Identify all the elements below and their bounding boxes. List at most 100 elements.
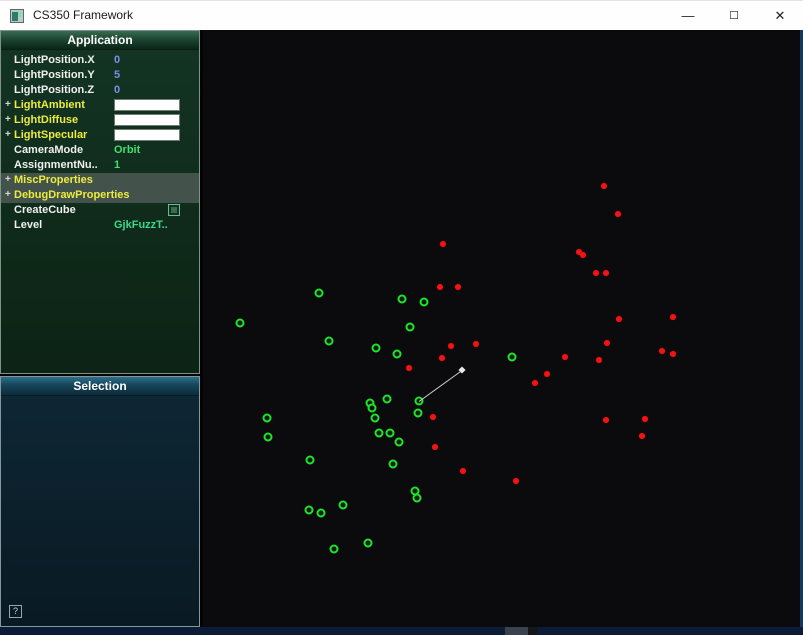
scene-point-red[interactable]: [562, 354, 568, 360]
scene-viewport[interactable]: [203, 30, 803, 627]
scene-point-green[interactable]: [329, 544, 339, 554]
scene-point-green[interactable]: [370, 413, 380, 423]
property-value[interactable]: 0: [114, 54, 120, 66]
scene-point-red[interactable]: [430, 414, 436, 420]
scene-point-red[interactable]: [580, 252, 586, 258]
scene-point-green[interactable]: [371, 343, 381, 353]
scene-point-red[interactable]: [603, 270, 609, 276]
minimize-button[interactable]: —: [665, 1, 711, 31]
property-row-lightposition-z[interactable]: LightPosition.Z 0: [1, 83, 199, 98]
scene-point-red[interactable]: [601, 183, 607, 189]
scene-point-red[interactable]: [439, 355, 445, 361]
property-label: LightPosition.Y: [14, 69, 95, 81]
property-input[interactable]: [114, 99, 180, 111]
scene-point-green[interactable]: [507, 352, 517, 362]
scene-point-red[interactable]: [406, 365, 412, 371]
property-value[interactable]: GjkFuzzT..: [114, 219, 168, 231]
scene-point-green[interactable]: [419, 297, 429, 307]
scene-point-green[interactable]: [304, 505, 314, 515]
scene-point-green[interactable]: [324, 336, 334, 346]
expand-icon[interactable]: +: [5, 189, 11, 200]
help-icon[interactable]: ?: [9, 605, 22, 618]
scene-point-green[interactable]: [382, 394, 392, 404]
property-row-level[interactable]: Level GjkFuzzT..: [1, 218, 199, 233]
scene-point-red[interactable]: [544, 371, 550, 377]
property-row-lightspecular[interactable]: + LightSpecular: [1, 128, 199, 143]
scene-point-green[interactable]: [413, 408, 423, 418]
property-row-miscproperties[interactable]: + MiscProperties: [1, 173, 199, 188]
scene-point-red[interactable]: [440, 241, 446, 247]
scene-point-red[interactable]: [639, 433, 645, 439]
scene-point-green[interactable]: [314, 288, 324, 298]
expand-icon[interactable]: +: [5, 174, 11, 185]
scene-point-green[interactable]: [316, 508, 326, 518]
property-row-assignmentnu[interactable]: AssignmentNu.. 1: [1, 158, 199, 173]
property-row-lightdiffuse[interactable]: + LightDiffuse: [1, 113, 199, 128]
property-row-debugdrawproperties[interactable]: + DebugDrawProperties: [1, 188, 199, 203]
scene-point-green[interactable]: [397, 294, 407, 304]
scene-point-red[interactable]: [616, 316, 622, 322]
scene-ray-line: [418, 370, 463, 402]
property-value[interactable]: Orbit: [114, 144, 140, 156]
scene-point-red[interactable]: [473, 341, 479, 347]
property-label: LightAmbient: [14, 99, 85, 111]
scene-point-red[interactable]: [596, 357, 602, 363]
taskbar-item-shadow: [528, 627, 537, 635]
scene-point-red[interactable]: [460, 468, 466, 474]
application-panel-header: Application: [1, 31, 199, 50]
property-checkbox[interactable]: [168, 204, 180, 216]
property-label: Level: [14, 219, 43, 231]
property-value[interactable]: 0: [114, 84, 120, 96]
property-row-lightposition-x[interactable]: LightPosition.X 0: [1, 53, 199, 68]
scene-point-red[interactable]: [513, 478, 519, 484]
property-input[interactable]: [114, 129, 180, 141]
selection-panel: Selection ?: [0, 376, 200, 627]
scene-point-green[interactable]: [412, 493, 422, 503]
property-value[interactable]: 5: [114, 69, 120, 81]
property-row-cameramode[interactable]: CameraMode Orbit: [1, 143, 199, 158]
maximize-button[interactable]: ☐: [711, 1, 757, 31]
expand-icon[interactable]: +: [5, 129, 11, 140]
property-label: LightSpecular: [14, 129, 88, 141]
property-label: AssignmentNu..: [14, 159, 98, 171]
scene-point-red[interactable]: [670, 314, 676, 320]
scene-point-green[interactable]: [363, 538, 373, 548]
scene-point-green[interactable]: [405, 322, 415, 332]
scene-point-red[interactable]: [448, 343, 454, 349]
scene-point-red[interactable]: [642, 416, 648, 422]
scene-point-red[interactable]: [532, 380, 538, 386]
property-input[interactable]: [114, 114, 180, 126]
expand-icon[interactable]: +: [5, 114, 11, 125]
property-value[interactable]: 1: [114, 159, 120, 171]
title-bar: CS350 Framework — ☐ ✕: [0, 0, 803, 30]
scene-point-red[interactable]: [432, 444, 438, 450]
scene-point-green[interactable]: [367, 403, 377, 413]
window-title: CS350 Framework: [33, 8, 134, 22]
scene-point-red[interactable]: [615, 211, 621, 217]
scene-point-green[interactable]: [394, 437, 404, 447]
expand-icon[interactable]: +: [5, 99, 11, 110]
app-icon: [10, 9, 24, 23]
scene-point-green[interactable]: [374, 428, 384, 438]
scene-point-green[interactable]: [388, 459, 398, 469]
close-button[interactable]: ✕: [757, 1, 803, 31]
property-label: LightDiffuse: [14, 114, 79, 126]
property-row-createcube[interactable]: CreateCube: [1, 203, 199, 218]
scene-point-green[interactable]: [262, 413, 272, 423]
scene-point-green[interactable]: [305, 455, 315, 465]
scene-point-green[interactable]: [263, 432, 273, 442]
scene-point-red[interactable]: [603, 417, 609, 423]
scene-point-red[interactable]: [604, 340, 610, 346]
scene-point-green[interactable]: [235, 318, 245, 328]
scene-point-green[interactable]: [338, 500, 348, 510]
scene-point-red[interactable]: [593, 270, 599, 276]
property-row-lightambient[interactable]: + LightAmbient: [1, 98, 199, 113]
property-row-lightposition-y[interactable]: LightPosition.Y 5: [1, 68, 199, 83]
scene-point-red[interactable]: [437, 284, 443, 290]
scene-point-green[interactable]: [385, 428, 395, 438]
scene-point-red[interactable]: [670, 351, 676, 357]
scene-point-red[interactable]: [659, 348, 665, 354]
scene-point-red[interactable]: [455, 284, 461, 290]
property-label: LightPosition.X: [14, 54, 95, 66]
scene-point-green[interactable]: [392, 349, 402, 359]
